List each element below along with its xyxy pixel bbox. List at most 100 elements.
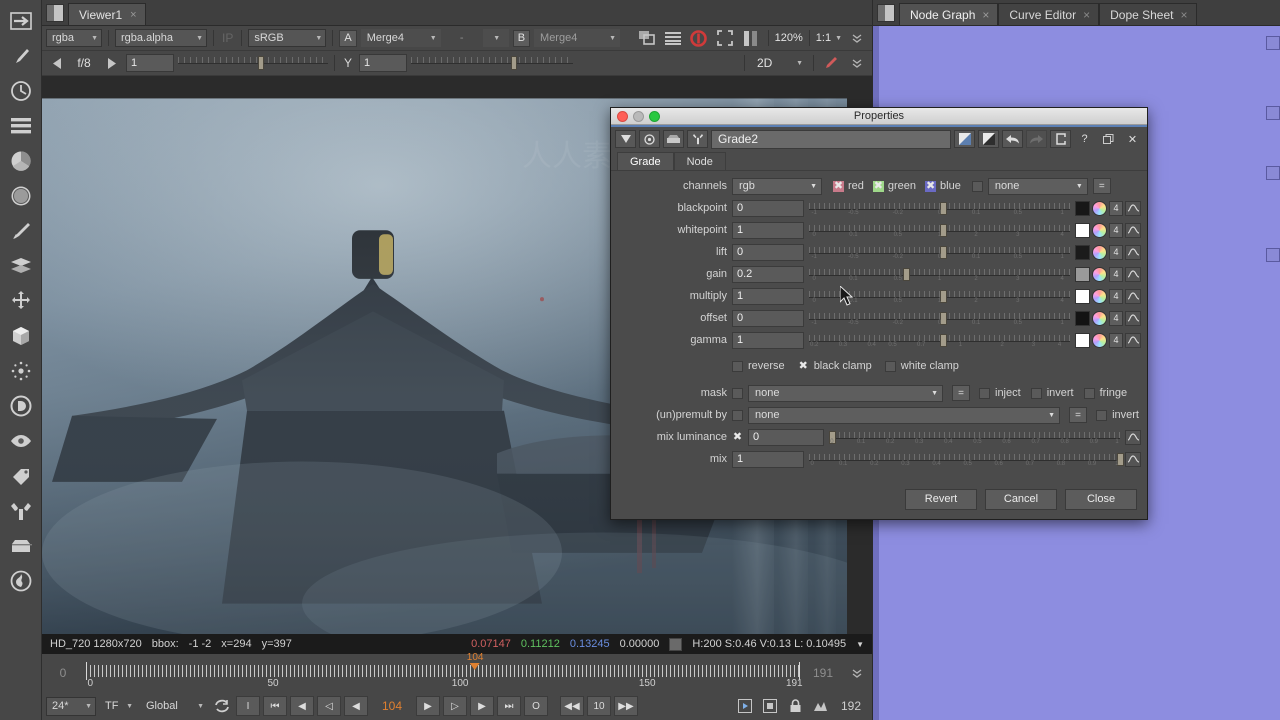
timeline-playhead[interactable]: 104 [467, 653, 483, 670]
color-wheel-icon[interactable] [1092, 310, 1107, 326]
node-mask-button[interactable] [663, 130, 684, 148]
color-wheel-icon[interactable] [1092, 288, 1107, 304]
knob-input[interactable]: 0 [732, 243, 804, 261]
gamma-slider[interactable] [411, 54, 573, 72]
help-button[interactable]: ? [1074, 130, 1095, 148]
graph-handle[interactable] [1266, 36, 1280, 50]
knob-slider[interactable]: 0 0.1 0.5 1 2 3 4 [809, 221, 1070, 239]
mix-luminance-input[interactable]: 0 [748, 428, 824, 446]
last-frame-button[interactable]: ⏭ [497, 696, 521, 716]
knob-input[interactable]: 0.2 [732, 265, 804, 283]
filter-sphere-icon[interactable] [4, 179, 38, 213]
ip-toggle[interactable]: IP [220, 31, 235, 45]
channels-equals-button[interactable]: = [1092, 178, 1111, 194]
pixel-ratio[interactable]: 1:1 [816, 32, 831, 44]
knob-input[interactable]: 1 [732, 287, 804, 305]
layers-stack-icon[interactable] [4, 109, 38, 143]
graph-handle[interactable] [1266, 106, 1280, 120]
input-a-badge[interactable]: A [339, 29, 357, 47]
color-swatch[interactable] [1075, 200, 1090, 216]
mix-luminance-checkbox[interactable]: ✖ [732, 431, 743, 443]
gain-next-icon[interactable] [100, 53, 122, 73]
fps-dropdown[interactable]: 24* ▼ [46, 696, 96, 716]
region-of-interest-icon[interactable] [714, 28, 736, 48]
zoom-level[interactable]: 120% [775, 32, 803, 44]
previous-frame-button[interactable]: ◁ [317, 696, 341, 716]
revert-button[interactable]: Revert [905, 488, 977, 510]
animation-curve-button[interactable] [1125, 451, 1141, 467]
channel-count-button[interactable]: 4 [1109, 200, 1123, 216]
current-frame-field[interactable]: 104 [371, 699, 413, 713]
black-clamp-checkbox[interactable]: ✖ [798, 360, 809, 372]
set-in-point-button[interactable]: I [236, 696, 260, 716]
knob-input[interactable]: 0 [732, 199, 804, 217]
refresh-icon[interactable] [688, 28, 710, 48]
split-view-b-button[interactable] [978, 130, 999, 148]
animation-curve-button[interactable] [1125, 429, 1141, 445]
blue-channel-checkbox[interactable]: ✖ [925, 180, 937, 192]
white-clamp-checkbox[interactable] [884, 360, 896, 372]
inject-checkbox[interactable] [979, 387, 990, 399]
animation-curve-button[interactable] [1125, 200, 1141, 216]
red-channel-checkbox[interactable]: ✖ [833, 180, 844, 192]
node-settings-button[interactable] [687, 130, 708, 148]
other-box-icon[interactable] [4, 529, 38, 563]
gain-prev-icon[interactable] [46, 53, 68, 73]
expand-chevrons-icon[interactable] [846, 28, 868, 48]
tab-dope-sheet[interactable]: Dope Sheet × [1099, 3, 1197, 25]
redo-button[interactable] [1026, 130, 1047, 148]
mask-invert-checkbox[interactable] [1030, 387, 1042, 399]
furnace-icon[interactable] [4, 564, 38, 598]
color-swatch[interactable] [1075, 244, 1090, 260]
next-frame-button[interactable]: ▷ [443, 696, 467, 716]
knob-slider[interactable]: 0 0.1 0.5 1 2 3 4 [809, 265, 1070, 283]
color-wheel-icon[interactable] [1092, 332, 1107, 348]
color-swatch[interactable] [1075, 310, 1090, 326]
wipe-icon[interactable] [740, 28, 762, 48]
premult-equals-button[interactable]: = [1069, 407, 1088, 423]
slider-handle[interactable] [511, 56, 518, 70]
knob-slider[interactable]: 0 0.1 0.5 1 2 3 4 [809, 287, 1070, 305]
channels-dropdown[interactable]: rgb ▼ [732, 177, 822, 195]
first-frame-button[interactable]: ⏮ [263, 696, 287, 716]
play-backward-button[interactable]: ◀ [344, 696, 368, 716]
close-properties-button[interactable]: Close [1065, 488, 1137, 510]
gain-slider[interactable] [178, 54, 328, 72]
step-backward-button[interactable]: ◀◀ [560, 696, 584, 716]
pen-icon[interactable] [820, 53, 842, 73]
chevron-down-icon[interactable]: ▼ [835, 35, 842, 42]
color-wheel-icon[interactable] [1092, 222, 1107, 238]
color-wheel-icon[interactable] [1092, 266, 1107, 282]
green-channel-checkbox[interactable]: ✖ [872, 180, 884, 192]
frame-mode-dropdown[interactable]: TF ▼ [99, 697, 137, 716]
node-color-button[interactable] [639, 130, 660, 148]
properties-menu-button[interactable] [615, 130, 636, 148]
playback-mode-icon[interactable] [734, 696, 756, 716]
animation-curve-button[interactable] [1125, 222, 1141, 238]
lines-icon[interactable] [662, 28, 684, 48]
split-view-a-button[interactable] [954, 130, 975, 148]
cube-3d-icon[interactable] [4, 319, 38, 353]
channel-count-button[interactable]: 4 [1109, 244, 1123, 260]
alpha-channel-dropdown[interactable]: none ▼ [987, 177, 1088, 195]
transform-node-icon[interactable] [4, 4, 38, 38]
input-b-dropdown[interactable]: Merge4 ▼ [534, 29, 621, 47]
close-icon[interactable]: × [130, 9, 136, 21]
undo-button[interactable] [1002, 130, 1023, 148]
knob-slider[interactable]: -1 -0.5 -0.2 0 0.1 0.5 1 [809, 199, 1070, 217]
step-size-field[interactable]: 10 [587, 696, 611, 716]
slider-handle[interactable] [257, 56, 264, 70]
animation-curve-button[interactable] [1125, 310, 1141, 326]
premult-dropdown[interactable]: none ▼ [748, 406, 1061, 424]
channel-count-button[interactable]: 4 [1109, 266, 1123, 282]
time-clock-icon[interactable] [4, 74, 38, 108]
close-icon[interactable]: × [1083, 8, 1090, 22]
tab-curve-editor[interactable]: Curve Editor × [998, 3, 1100, 25]
proxy-icon[interactable] [636, 28, 658, 48]
tab-node-graph[interactable]: Node Graph × [899, 3, 999, 25]
mix-slider[interactable]: 0 0.1 0.2 0.3 0.4 0.5 0.6 0.7 0.8 0.9 1 [809, 450, 1124, 468]
merge-layers-icon[interactable] [4, 249, 38, 283]
reverse-checkbox[interactable] [732, 360, 743, 372]
channel-dropdown[interactable]: rgba.alpha ▼ [115, 29, 207, 47]
color-wheel-icon[interactable] [1092, 244, 1107, 260]
